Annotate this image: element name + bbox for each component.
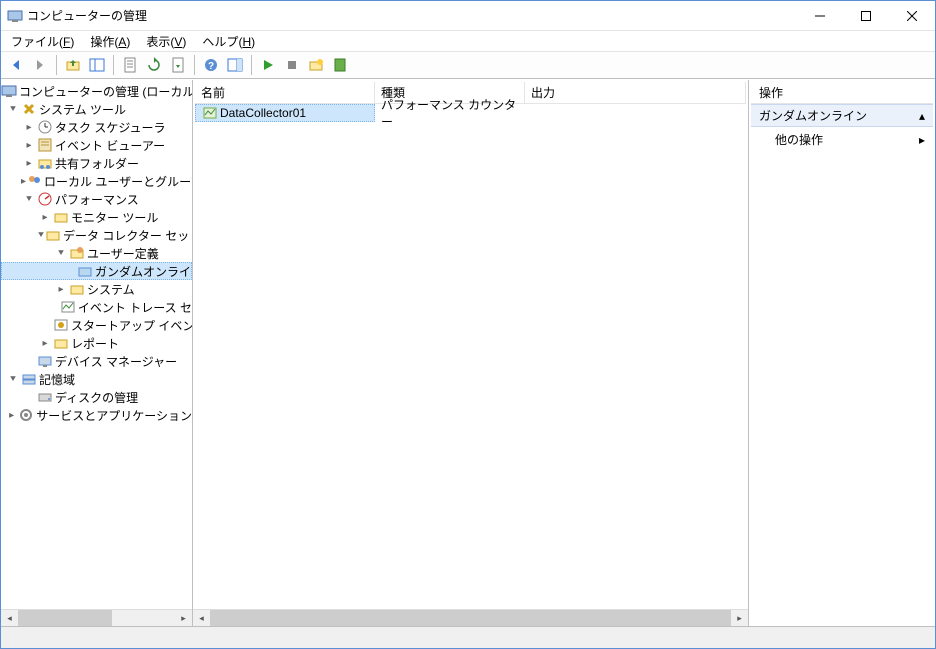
app-icon (7, 8, 23, 24)
action-pane: 操作 ガンダムオンライン ▴ 他の操作 ▸ (749, 80, 935, 626)
submenu-right-icon: ▸ (919, 133, 925, 147)
event-viewer-icon (37, 137, 53, 153)
expander-icon[interactable]: ▸ (5, 410, 18, 421)
expander-icon[interactable]: ▸ (21, 140, 37, 151)
data-collector-icon (202, 105, 218, 121)
folder-icon (69, 281, 85, 297)
svg-text:?: ? (208, 61, 214, 72)
expander-icon[interactable]: ▸ (37, 338, 53, 349)
scroll-left-icon[interactable]: ◂ (1, 610, 18, 626)
tree-task-scheduler[interactable]: ▸ タスク スケジューラ (1, 118, 192, 136)
tree-root[interactable]: コンピューターの管理 (ローカル) (1, 82, 192, 100)
device-manager-icon (37, 353, 53, 369)
expander-icon[interactable]: ⯆ (37, 230, 45, 241)
expander-icon[interactable]: ▸ (53, 284, 69, 295)
action-pane-title: 操作 (751, 82, 933, 104)
list-cell-type: パフォーマンス カウンター (375, 104, 525, 122)
refresh-button[interactable] (143, 54, 165, 76)
tree-data-collector-sets[interactable]: ⯆ データ コレクター セット (1, 226, 192, 244)
trace-icon (60, 299, 76, 315)
tree-services-apps[interactable]: ▸ サービスとアプリケーション (1, 406, 192, 424)
storage-icon (21, 371, 37, 387)
action-group-header[interactable]: ガンダムオンライン ▴ (751, 104, 933, 127)
show-hide-tree-button[interactable] (86, 54, 108, 76)
log-button[interactable] (329, 54, 351, 76)
expander-icon[interactable]: ▸ (21, 122, 37, 133)
maximize-button[interactable] (843, 1, 889, 31)
expander-icon[interactable]: ⯆ (5, 104, 21, 115)
shared-folder-icon (37, 155, 53, 171)
folder-icon (53, 335, 69, 351)
tree-disk-management[interactable]: ディスクの管理 (1, 388, 192, 406)
users-icon (26, 173, 42, 189)
folder-icon (45, 227, 61, 243)
disk-icon (37, 389, 53, 405)
folder-icon (53, 209, 69, 225)
forward-button[interactable] (29, 54, 51, 76)
list-row[interactable]: DataCollector01 パフォーマンス カウンター (195, 104, 746, 122)
list-pane: 名前 種類 出力 DataCollector01 パフォーマンス カウンター ◂… (193, 80, 749, 626)
list-scrollbar-horizontal[interactable]: ◂ ▸ (193, 609, 748, 626)
tree-storage[interactable]: ⯆ 記憶域 (1, 370, 192, 388)
titlebar: コンピューターの管理 (1, 1, 935, 31)
column-output[interactable]: 出力 (525, 82, 746, 103)
tree-monitor-tools[interactable]: ▸ モニター ツール (1, 208, 192, 226)
tree-gundam-online[interactable]: ガンダムオンライ (1, 262, 192, 280)
tree-reports[interactable]: ▸ レポート (1, 334, 192, 352)
menubar: ファイル(F) 操作(A) 表示(V) ヘルプ(H) (1, 31, 935, 51)
tree-event-trace[interactable]: イベント トレース セ (1, 298, 192, 316)
expander-icon[interactable]: ⯆ (53, 248, 69, 259)
tree-device-manager[interactable]: デバイス マネージャー (1, 352, 192, 370)
tree-scrollbar-horizontal[interactable]: ◂ ▸ (1, 609, 192, 626)
tree-user-defined[interactable]: ⯆ ユーザー定義 (1, 244, 192, 262)
expander-icon[interactable]: ▸ (21, 158, 37, 169)
tree-system-set[interactable]: ▸ システム (1, 280, 192, 298)
statusbar (1, 626, 935, 648)
action-more[interactable]: 他の操作 ▸ (751, 127, 933, 152)
collapse-up-icon: ▴ (919, 109, 925, 123)
show-action-pane-button[interactable] (224, 54, 246, 76)
up-folder-button[interactable] (62, 54, 84, 76)
toolbar: ? (1, 51, 935, 79)
minimize-button[interactable] (797, 1, 843, 31)
tree-startup-event[interactable]: スタートアップ イベン (1, 316, 192, 334)
start-button[interactable] (257, 54, 279, 76)
menu-file[interactable]: ファイル(F) (3, 31, 82, 52)
window-title: コンピューターの管理 (27, 7, 797, 24)
expander-icon[interactable]: ⯆ (5, 374, 21, 385)
computer-icon (1, 83, 17, 99)
expander-icon[interactable]: ⯆ (21, 194, 37, 205)
close-button[interactable] (889, 1, 935, 31)
services-icon (18, 407, 34, 423)
menu-action[interactable]: 操作(A) (82, 31, 138, 52)
new-button[interactable] (305, 54, 327, 76)
startup-icon (53, 317, 69, 333)
tree-event-viewer[interactable]: ▸ イベント ビューアー (1, 136, 192, 154)
properties-button[interactable] (119, 54, 141, 76)
list-cell-name: DataCollector01 (220, 106, 306, 120)
clock-icon (37, 119, 53, 135)
performance-icon (37, 191, 53, 207)
tree-performance[interactable]: ⯆ パフォーマンス (1, 190, 192, 208)
tools-icon (21, 101, 37, 117)
menu-help[interactable]: ヘルプ(H) (194, 31, 263, 52)
computer-management-window: コンピューターの管理 ファイル(F) 操作(A) 表示(V) ヘルプ(H) ? (0, 0, 936, 649)
list-cell-output (525, 104, 746, 122)
stop-button[interactable] (281, 54, 303, 76)
scroll-right-icon[interactable]: ▸ (731, 610, 748, 627)
collector-icon (77, 263, 93, 279)
menu-view[interactable]: 表示(V) (138, 31, 194, 52)
scroll-left-icon[interactable]: ◂ (193, 610, 210, 627)
column-name[interactable]: 名前 (195, 82, 375, 103)
tree-shared-folders[interactable]: ▸ 共有フォルダー (1, 154, 192, 172)
expander-icon[interactable]: ▸ (37, 212, 53, 223)
tree-system-tools[interactable]: ⯆ システム ツール (1, 100, 192, 118)
tree-pane: コンピューターの管理 (ローカル) ⯆ システム ツール ▸ タスク スケジュー… (1, 80, 193, 626)
tree-local-users[interactable]: ▸ ローカル ユーザーとグループ (1, 172, 192, 190)
scroll-right-icon[interactable]: ▸ (175, 610, 192, 626)
back-button[interactable] (5, 54, 27, 76)
help-button[interactable]: ? (200, 54, 222, 76)
export-button[interactable] (167, 54, 189, 76)
user-defined-icon (69, 245, 85, 261)
